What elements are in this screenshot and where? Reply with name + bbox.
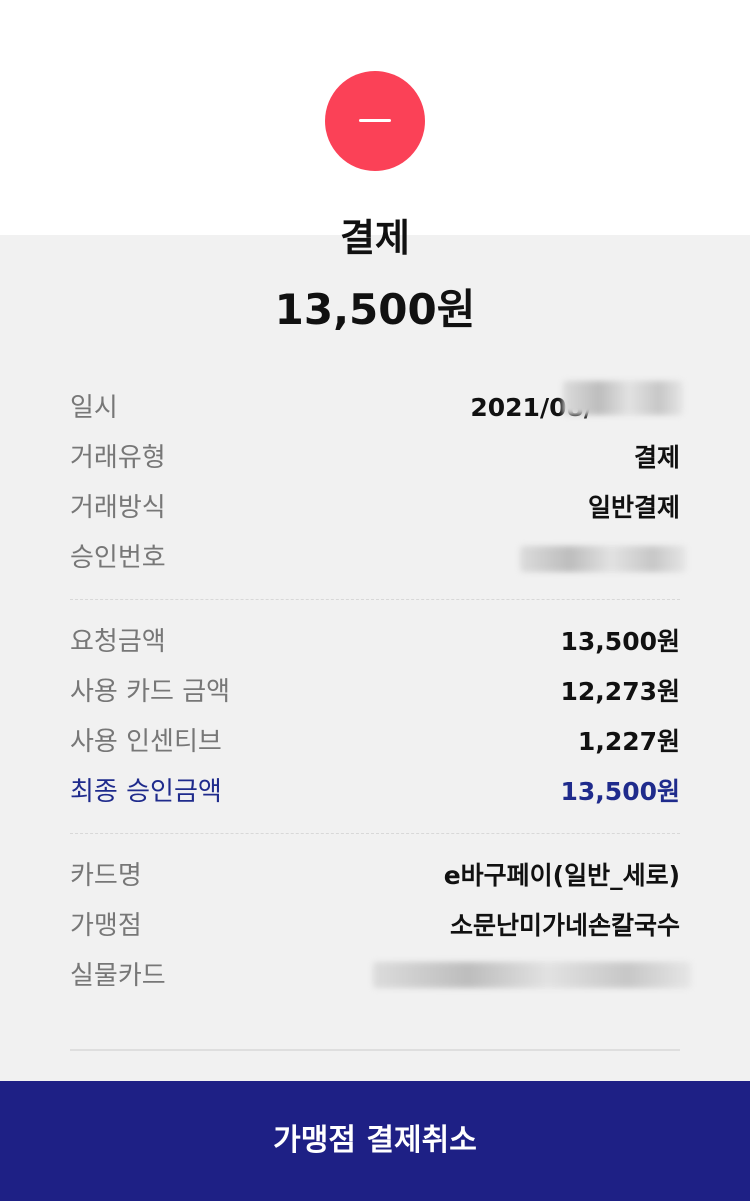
physical-card-redacted	[373, 962, 691, 988]
payment-method-value: 일반결제	[587, 493, 680, 522]
merchant-label: 가맹점	[70, 911, 142, 941]
final-approved-label: 최종 승인금액	[70, 777, 222, 807]
card-name-label: 카드명	[70, 861, 142, 891]
merchant-payment-cancel-button[interactable]: 가맹점 결제취소	[0, 1081, 750, 1201]
card-amount-label: 사용 카드 금액	[70, 677, 231, 707]
approval-number-redacted	[520, 546, 686, 572]
requested-amount-label: 요청금액	[70, 627, 166, 657]
section-divider	[70, 599, 680, 600]
transaction-type-label: 거래유형	[70, 443, 166, 473]
card-amount-value: 12,273원	[560, 677, 680, 706]
amount-row-card: 사용 카드 금액 12,273원	[70, 672, 680, 712]
section-divider	[70, 833, 680, 834]
physical-card-label: 실물카드	[70, 961, 166, 991]
requested-amount-value: 13,500원	[560, 627, 680, 656]
transaction-type-value: 결제	[633, 443, 680, 472]
transaction-type-title: 결제	[340, 216, 410, 260]
amount-row-requested: 요청금액 13,500원	[70, 622, 680, 662]
payment-method-label: 거래방식	[70, 493, 166, 523]
approval-number-label: 승인번호	[70, 543, 166, 573]
amount-row-incentive: 사용 인센티브 1,227원	[70, 722, 680, 762]
datetime-redacted	[563, 381, 683, 415]
detail-row-transaction-type: 거래유형 결제	[70, 438, 680, 478]
card-row-name: 카드명 e바구페이(일반_세로)	[70, 856, 680, 896]
incentive-value: 1,227원	[577, 727, 680, 756]
minus-icon-bar	[359, 119, 391, 122]
bottom-divider	[70, 1049, 680, 1051]
final-approved-value: 13,500원	[560, 777, 680, 806]
amount-row-final-approved: 최종 승인금액 13,500원	[70, 772, 680, 812]
detail-row-payment-method: 거래방식 일반결제	[70, 488, 680, 528]
merchant-value: 소문난미가네손칼국수	[449, 911, 680, 940]
card-name-value: e바구페이(일반_세로)	[443, 861, 680, 890]
minus-icon	[325, 71, 425, 171]
transaction-amount: 13,500원	[274, 285, 476, 334]
incentive-label: 사용 인센티브	[70, 727, 222, 757]
datetime-label: 일시	[70, 393, 118, 423]
card-row-merchant: 가맹점 소문난미가네손칼국수	[70, 906, 680, 946]
